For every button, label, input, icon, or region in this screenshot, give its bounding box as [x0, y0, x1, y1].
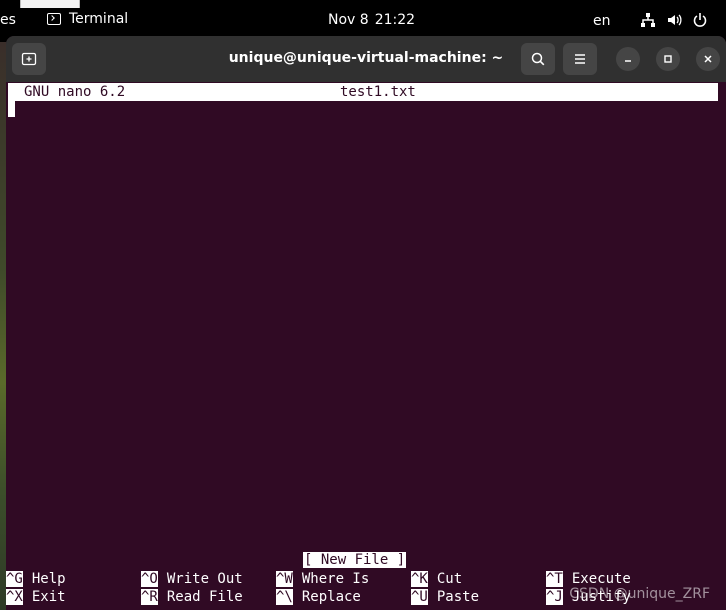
- shortcut-key: ^W: [276, 571, 293, 587]
- minimize-icon: [625, 60, 631, 62]
- clock-date: Nov 8: [328, 12, 369, 28]
- shortcut-label: Cut: [436, 571, 463, 587]
- menu-button[interactable]: [563, 43, 597, 75]
- terminal-content[interactable]: GNU nano 6.2 test1.txt [ New File ] ^G He…: [6, 82, 726, 610]
- shortcut-key: ^U: [411, 589, 428, 605]
- shortcut-label: Read File: [166, 589, 243, 605]
- window-fragment: [20, 0, 80, 8]
- shortcut-write-out: ^O Write Out: [141, 570, 243, 588]
- shortcut-key: ^K: [411, 571, 428, 587]
- shortcut-label: Exit: [31, 589, 66, 605]
- shortcut-key: ^R: [141, 589, 158, 605]
- shortcut-cut: ^K Cut: [411, 570, 462, 588]
- volume-icon: [666, 12, 682, 28]
- file-name: test1.txt: [340, 84, 416, 100]
- clock-time: 21:22: [374, 12, 416, 28]
- system-tray[interactable]: [640, 12, 708, 28]
- terminal-window: unique@unique-virtual-machine: ~ GNU nan…: [6, 36, 726, 610]
- shortcut-label: Replace: [301, 589, 361, 605]
- shortcut-label: Paste: [436, 589, 480, 605]
- nano-title-bar: GNU nano 6.2 test1.txt: [8, 83, 718, 101]
- app-name: Terminal: [69, 11, 129, 27]
- clock[interactable]: Nov 8 21:22: [328, 12, 415, 28]
- shortcut-key: ^O: [141, 571, 158, 587]
- shortcut-key: ^T: [546, 571, 563, 587]
- minimize-button[interactable]: [616, 47, 640, 71]
- search-icon: [531, 52, 545, 66]
- shortcut-read-file: ^R Read File: [141, 588, 243, 606]
- shortcut-paste: ^U Paste: [411, 588, 479, 606]
- shortcut-key: ^J: [546, 589, 563, 605]
- shortcut-help: ^G Help: [6, 570, 66, 588]
- shortcut-replace: ^\ Replace: [276, 588, 361, 606]
- maximize-button[interactable]: [656, 47, 680, 71]
- shortcut-key: ^X: [6, 589, 23, 605]
- shortcut-key: ^G: [6, 571, 23, 587]
- shortcut-label: Execute: [571, 571, 631, 587]
- shortcut-label: Write Out: [166, 571, 243, 587]
- nano-version: GNU nano 6.2: [24, 84, 126, 100]
- maximize-icon: [664, 55, 672, 63]
- activities-button[interactable]: es: [0, 12, 16, 28]
- watermark: CSDN @unique_ZRF: [569, 586, 710, 602]
- hamburger-icon: [575, 54, 585, 64]
- shortcut-exit: ^X Exit: [6, 588, 66, 606]
- close-button[interactable]: [696, 47, 720, 71]
- terminal-icon: [47, 13, 61, 25]
- shortcut-where-is: ^W Where Is: [276, 570, 369, 588]
- window-header: unique@unique-virtual-machine: ~: [6, 36, 726, 82]
- app-menu[interactable]: Terminal: [47, 11, 128, 27]
- close-icon: [704, 55, 712, 63]
- status-message: [ New File ]: [303, 552, 407, 568]
- shortcut-key: ^\: [276, 589, 293, 605]
- shortcut-label: Help: [31, 571, 66, 587]
- language-indicator[interactable]: en: [593, 13, 611, 29]
- power-icon: [692, 12, 708, 28]
- text-cursor: [8, 101, 15, 117]
- network-icon: [640, 12, 656, 28]
- search-button[interactable]: [521, 43, 555, 75]
- shortcut-label: Where Is: [301, 571, 370, 587]
